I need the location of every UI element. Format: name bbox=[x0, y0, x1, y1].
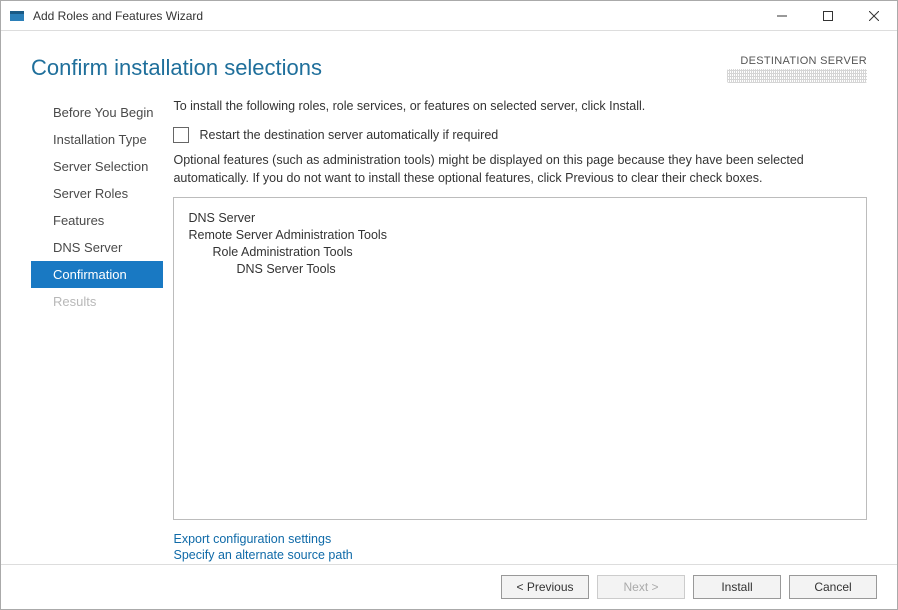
sidebar-item-before-you-begin[interactable]: Before You Begin bbox=[31, 99, 163, 126]
feature-item: Role Administration Tools bbox=[212, 245, 852, 259]
feature-item: Remote Server Administration Tools bbox=[188, 228, 852, 242]
button-bar: < Previous Next > Install Cancel bbox=[1, 564, 897, 609]
header: Confirm installation selections DESTINAT… bbox=[1, 31, 897, 91]
next-button[interactable]: Next > bbox=[597, 575, 685, 599]
body: Before You BeginInstallation TypeServer … bbox=[1, 91, 897, 564]
intro-text: To install the following roles, role ser… bbox=[173, 99, 867, 113]
feature-list-box: DNS Server Remote Server Administration T… bbox=[173, 197, 867, 520]
minimize-button[interactable] bbox=[759, 1, 805, 31]
destination-server-name-redacted bbox=[727, 69, 867, 83]
sidebar-item-installation-type[interactable]: Installation Type bbox=[31, 126, 163, 153]
close-button[interactable] bbox=[851, 1, 897, 31]
links: Export configuration settings Specify an… bbox=[173, 530, 867, 564]
feature-item: DNS Server bbox=[188, 211, 852, 225]
alternate-source-link[interactable]: Specify an alternate source path bbox=[173, 548, 867, 562]
sidebar-item-server-selection[interactable]: Server Selection bbox=[31, 153, 163, 180]
sidebar: Before You BeginInstallation TypeServer … bbox=[31, 91, 163, 564]
install-button[interactable]: Install bbox=[693, 575, 781, 599]
destination-server-box: DESTINATION SERVER bbox=[727, 55, 867, 83]
cancel-button[interactable]: Cancel bbox=[789, 575, 877, 599]
restart-label: Restart the destination server automatic… bbox=[199, 128, 498, 142]
restart-row: Restart the destination server automatic… bbox=[173, 127, 867, 143]
export-config-link[interactable]: Export configuration settings bbox=[173, 532, 867, 546]
optional-features-note: Optional features (such as administratio… bbox=[173, 151, 867, 187]
restart-checkbox[interactable] bbox=[173, 127, 189, 143]
titlebar: Add Roles and Features Wizard bbox=[1, 1, 897, 31]
content: To install the following roles, role ser… bbox=[163, 91, 867, 564]
page-title: Confirm installation selections bbox=[31, 55, 322, 81]
destination-server-label: DESTINATION SERVER bbox=[727, 55, 867, 67]
sidebar-item-dns-server[interactable]: DNS Server bbox=[31, 234, 163, 261]
sidebar-item-features[interactable]: Features bbox=[31, 207, 163, 234]
previous-button[interactable]: < Previous bbox=[501, 575, 589, 599]
app-icon bbox=[9, 8, 25, 24]
maximize-button[interactable] bbox=[805, 1, 851, 31]
sidebar-item-results: Results bbox=[31, 288, 163, 315]
feature-item: DNS Server Tools bbox=[236, 262, 852, 276]
sidebar-item-confirmation[interactable]: Confirmation bbox=[31, 261, 163, 288]
window-controls bbox=[759, 1, 897, 31]
window-title: Add Roles and Features Wizard bbox=[33, 9, 203, 23]
sidebar-item-server-roles[interactable]: Server Roles bbox=[31, 180, 163, 207]
